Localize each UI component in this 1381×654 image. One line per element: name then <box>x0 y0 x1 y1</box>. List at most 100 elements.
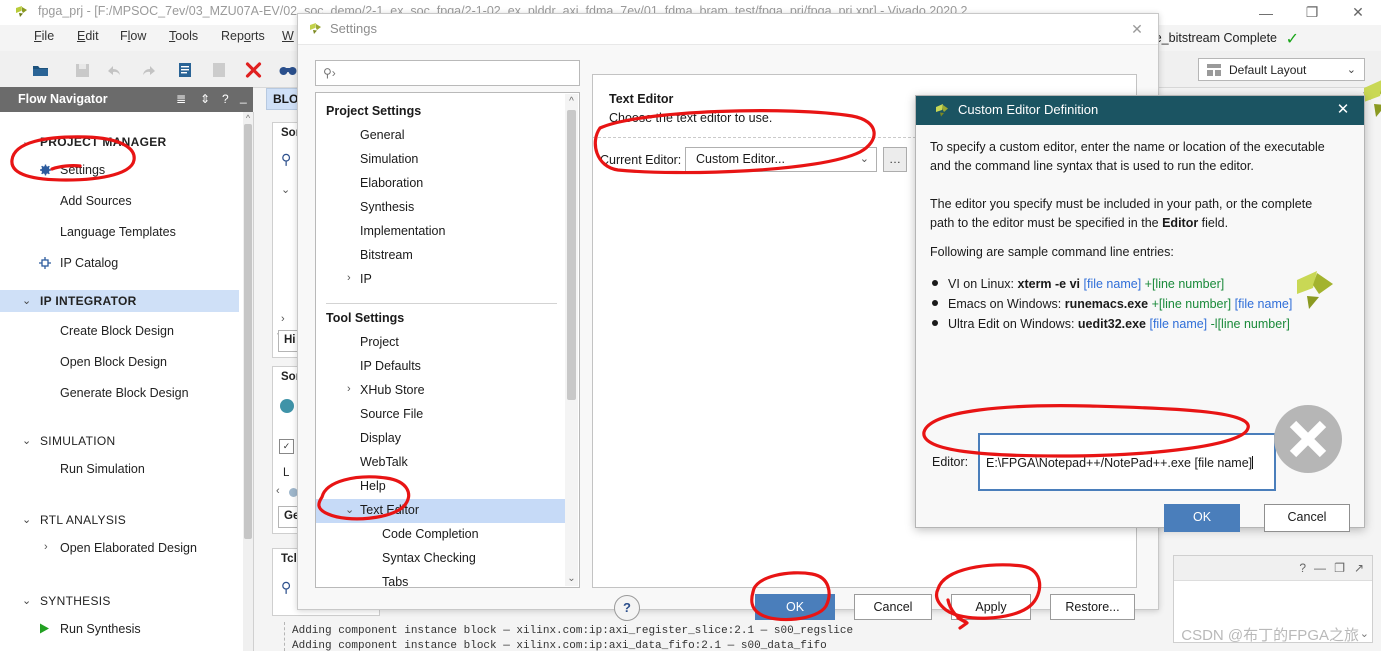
minimize-button[interactable]: — <box>1243 0 1289 25</box>
tree-item-simulation[interactable]: Simulation <box>316 148 567 172</box>
menu-edit[interactable]: Edit <box>71 29 105 43</box>
ced-dialog-title: Custom Editor Definition <box>958 102 1099 117</box>
collapse-all-icon[interactable]: ≣ <box>176 92 186 106</box>
editor-path-input[interactable]: E:\FPGA\Notepad++/NotePad++.exe [file na… <box>978 433 1276 491</box>
help-icon[interactable]: ? <box>1299 561 1306 575</box>
float-icon[interactable]: ↗ <box>1354 561 1364 575</box>
ced-cancel-button[interactable]: Cancel <box>1264 504 1350 532</box>
maximize-icon[interactable]: ❐ <box>1334 561 1345 575</box>
tree-item-elaboration[interactable]: Elaboration <box>316 172 567 196</box>
fn-group-project-manager[interactable]: ⌄ PROJECT MANAGER <box>0 131 239 153</box>
tree-scrollbar[interactable]: ^ ⌄ <box>565 94 578 586</box>
ced-ok-button[interactable]: OK <box>1164 504 1240 532</box>
sidebar-item-open-block-design[interactable]: Open Block Design <box>0 352 239 373</box>
settings-ok-button[interactable]: OK <box>755 594 835 620</box>
open-folder-icon[interactable] <box>30 60 50 80</box>
help-icon[interactable]: ? <box>222 92 229 106</box>
tree-item-code-completion[interactable]: Code Completion <box>316 523 567 547</box>
sidebar-item-run-synthesis[interactable]: Run Synthesis <box>0 619 239 640</box>
fn-group-rtl-analysis[interactable]: ⌄ RTL ANALYSIS <box>0 509 239 531</box>
tree-header-project-settings: Project Settings <box>326 104 422 118</box>
copy-icon[interactable] <box>175 60 195 80</box>
chevron-down-icon[interactable]: ⌄ <box>345 503 354 516</box>
chevron-down-icon[interactable]: ⌄ <box>281 183 290 196</box>
settings-apply-button[interactable]: Apply <box>951 594 1031 620</box>
chevron-right-icon[interactable]: › <box>281 313 285 325</box>
tree-item-general[interactable]: General <box>316 124 567 148</box>
tree-item-webtalk[interactable]: WebTalk <box>316 451 567 475</box>
settings-restore-button[interactable]: Restore... <box>1050 594 1135 620</box>
tree-item-tabs[interactable]: Tabs <box>316 571 567 587</box>
checkbox-icon[interactable]: ✓ <box>279 439 294 454</box>
search-icon[interactable]: ⚲ <box>281 151 291 168</box>
scroll-up-icon[interactable]: ^ <box>565 96 578 107</box>
chevron-right-icon[interactable]: › <box>347 383 351 395</box>
tree-item-synthesis[interactable]: Synthesis <box>316 196 567 220</box>
settings-search-input[interactable]: ⚲› <box>315 60 580 86</box>
fn-group-simulation[interactable]: ⌄ SIMULATION <box>0 430 239 452</box>
tree-item-display[interactable]: Display <box>316 427 567 451</box>
sidebar-item-create-block-design[interactable]: Create Block Design <box>0 321 239 342</box>
bullet-icon <box>932 320 938 326</box>
tree-item-label: Implementation <box>360 224 446 238</box>
expand-all-icon[interactable]: ⇕ <box>200 92 210 106</box>
minimize-icon[interactable]: — <box>1314 561 1326 575</box>
h-scroll-left-icon[interactable]: ‹ <box>276 485 280 497</box>
tree-item-help[interactable]: Help <box>316 475 567 499</box>
tree-item-bitstream[interactable]: Bitstream <box>316 244 567 268</box>
tree-item-label: Bitstream <box>360 248 413 262</box>
tree-item-project[interactable]: Project <box>316 331 567 355</box>
maximize-button[interactable]: ❐ <box>1289 0 1335 25</box>
tree-item-ip[interactable]: › IP <box>316 268 567 292</box>
binoculars-icon[interactable] <box>278 60 298 80</box>
sidebar-item-ip-catalog[interactable]: IP Catalog <box>0 253 239 274</box>
tree-item-text-editor[interactable]: ⌄ Text Editor <box>316 499 567 523</box>
sample-file-token: [file name] <box>1146 317 1208 331</box>
close-icon[interactable]: ✕ <box>1126 19 1148 39</box>
ced-titlebar: Custom Editor Definition ✕ <box>916 96 1364 125</box>
tree-item-syntax-checking[interactable]: Syntax Checking <box>316 547 567 571</box>
sidebar-item-language-templates[interactable]: Language Templates <box>0 222 239 243</box>
layout-dropdown[interactable]: Default Layout ⌄ <box>1198 58 1365 81</box>
current-editor-dropdown[interactable]: Custom Editor... ⌄ <box>685 147 877 172</box>
fn-group-synthesis[interactable]: ⌄ SYNTHESIS <box>0 590 239 612</box>
sidebar-item-run-simulation[interactable]: Run Simulation <box>0 459 239 480</box>
chevron-down-icon: ⌄ <box>22 295 32 307</box>
flow-navigator-header: Flow Navigator ≣ ⇕ ? _ <box>0 87 253 112</box>
scroll-up-icon[interactable]: ^ <box>243 112 253 124</box>
minimize-icon[interactable]: _ <box>240 90 247 104</box>
tree-item-label: Code Completion <box>382 527 479 541</box>
menu-flow[interactable]: Flow <box>114 29 152 43</box>
tree-item-label: Text Editor <box>360 503 420 517</box>
close-button[interactable]: ✕ <box>1335 0 1381 25</box>
help-button[interactable]: ? <box>614 595 640 621</box>
chevron-down-icon[interactable]: ⌄ <box>1360 627 1369 640</box>
scroll-down-icon[interactable]: ⌄ <box>565 573 578 584</box>
settings-cancel-button[interactable]: Cancel <box>854 594 932 620</box>
close-icon[interactable]: ✕ <box>1332 100 1354 120</box>
delete-x-icon[interactable] <box>243 60 263 80</box>
menu-reports[interactable]: Reports <box>215 29 271 43</box>
menu-tools[interactable]: Tools <box>163 29 204 43</box>
menu-file[interactable]: FFileile <box>28 29 60 43</box>
sidebar-item-settings[interactable]: Settings <box>0 160 239 181</box>
scrollbar-thumb[interactable] <box>567 110 576 400</box>
bullet-icon <box>932 280 938 286</box>
fn-group-ip-integrator[interactable]: ⌄ IP INTEGRATOR <box>0 290 239 312</box>
chevron-right-icon[interactable]: › <box>44 541 48 553</box>
sidebar-item-open-elaborated-design[interactable]: › Open Elaborated Design <box>0 538 239 559</box>
tree-item-ip-defaults[interactable]: IP Defaults <box>316 355 567 379</box>
browse-editor-button[interactable]: … <box>883 147 907 172</box>
right-panel-header: ? — ❐ ↗ <box>1174 556 1372 581</box>
text-caret <box>1252 456 1254 469</box>
search-icon[interactable]: ⚲ <box>281 579 291 596</box>
tree-item-implementation[interactable]: Implementation <box>316 220 567 244</box>
tree-item-label: Help <box>360 479 386 493</box>
tree-item-source-file[interactable]: Source File <box>316 403 567 427</box>
sidebar-item-add-sources[interactable]: Add Sources <box>0 191 239 212</box>
chevron-down-icon: ⌄ <box>1346 64 1356 76</box>
tree-item-xhub-store[interactable]: › XHub Store <box>316 379 567 403</box>
chevron-right-icon[interactable]: › <box>347 272 351 284</box>
sidebar-item-generate-block-design[interactable]: Generate Block Design <box>0 383 239 404</box>
scrollbar-thumb[interactable] <box>244 124 252 539</box>
